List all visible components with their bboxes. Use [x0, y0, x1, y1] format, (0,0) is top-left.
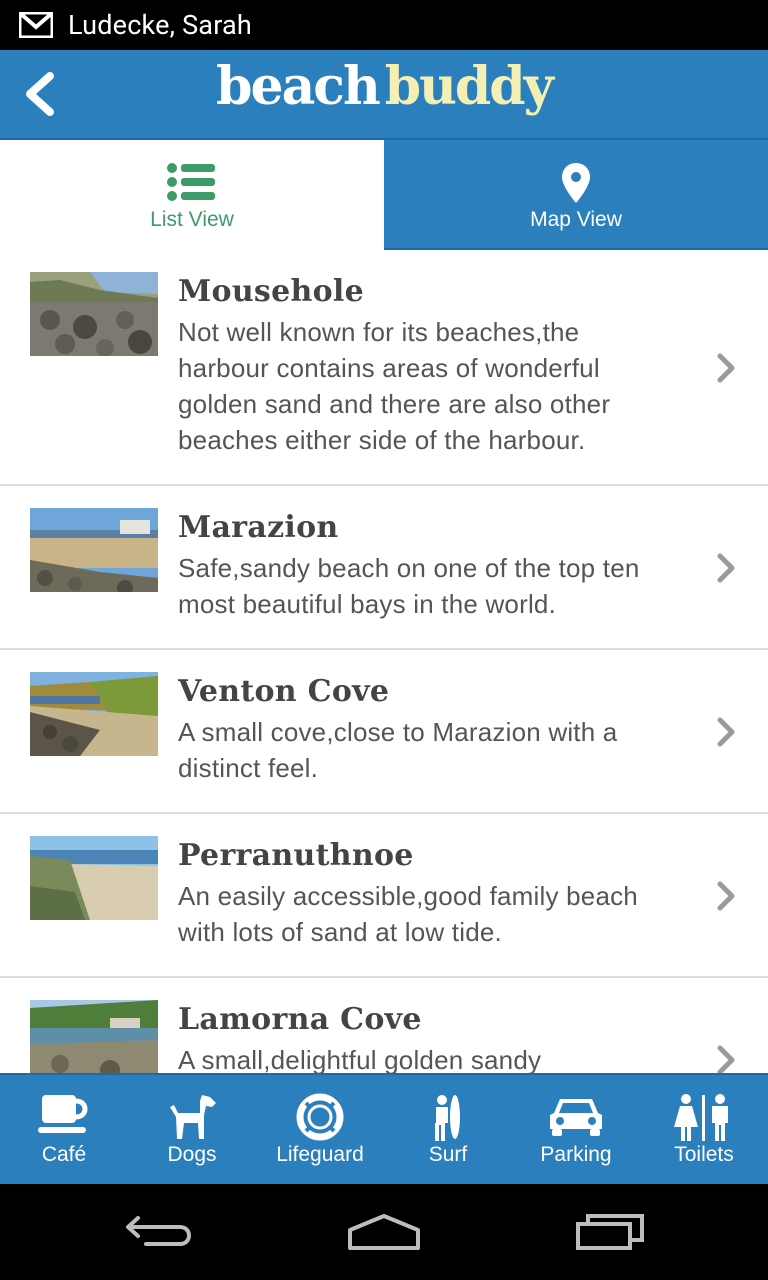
status-bar: Ludecke, Sarah [0, 0, 768, 50]
beach-thumbnail [30, 836, 158, 920]
beachbuddy-logo: beach buddy [216, 56, 554, 117]
beach-description: A small cove,close to Marazion with a di… [178, 717, 618, 783]
beach-description: An easily accessible,good family beach w… [178, 881, 638, 947]
chevron-right-icon [717, 553, 735, 583]
tab-map-view[interactable]: Map View [384, 140, 768, 250]
back-nav-icon[interactable] [124, 1210, 196, 1250]
filter-lifeguard-label: Lifeguard [276, 1143, 364, 1166]
filter-dogs-label: Dogs [167, 1143, 217, 1166]
beach-thumbnail [30, 672, 158, 756]
chevron-right-icon [717, 717, 735, 747]
tab-list-view-label: List View [150, 208, 234, 231]
gmail-icon [19, 12, 53, 38]
beach-name: Marazion [178, 510, 339, 545]
chevron-right-icon [717, 353, 735, 383]
tab-list-view[interactable]: List View [0, 140, 384, 250]
home-nav-icon[interactable] [346, 1210, 422, 1254]
filter-toilets-label: Toilets [674, 1143, 734, 1166]
list-item[interactable]: Venton Cove A small cove,close to Marazi… [0, 650, 768, 814]
list-item[interactable]: Marazion Safe,sandy beach on one of the … [0, 486, 768, 650]
car-icon [550, 1099, 602, 1136]
list-icon [167, 163, 215, 201]
dog-icon [170, 1095, 216, 1139]
filter-parking-label: Parking [540, 1143, 612, 1166]
beach-name: Venton Cove [178, 674, 390, 709]
beach-name: Perranuthnoe [178, 838, 414, 873]
filter-cafe[interactable]: Café [0, 1075, 128, 1184]
chevron-right-icon [717, 881, 735, 911]
beach-description: Safe,sandy beach on one of the top ten m… [178, 553, 640, 619]
filter-parking[interactable]: Parking [512, 1075, 640, 1184]
toilets-icon [674, 1094, 728, 1141]
filter-lifeguard[interactable]: Lifeguard [256, 1075, 384, 1184]
beach-thumbnail [30, 508, 158, 592]
account-name: Ludecke, Sarah [68, 9, 252, 41]
view-tabs: List View Map View [0, 140, 768, 250]
beach-description: A small,delightful golden sandy [178, 1045, 542, 1073]
map-pin-icon [562, 163, 590, 203]
list-item[interactable]: Perranuthnoe An easily accessible,good f… [0, 814, 768, 978]
filter-dogs[interactable]: Dogs [128, 1075, 256, 1184]
system-nav-bar [0, 1184, 768, 1280]
list-item[interactable]: Lamorna Cove A small,delightful golden s… [0, 978, 768, 1073]
lifebuoy-icon [296, 1093, 344, 1141]
beach-list: Mousehole Not well known for its beaches… [0, 250, 768, 1073]
beach-thumbnail [30, 272, 158, 356]
beach-name: Mousehole [178, 274, 365, 309]
list-item[interactable]: Mousehole Not well known for its beaches… [0, 250, 768, 486]
beach-thumbnail [30, 1000, 158, 1073]
facility-filter-bar: Café Dogs Lifeguard Surf Parking Toilets [0, 1073, 768, 1184]
filter-cafe-label: Café [41, 1143, 87, 1166]
filter-surf[interactable]: Surf [384, 1075, 512, 1184]
filter-surf-label: Surf [428, 1143, 468, 1166]
chevron-right-icon [717, 1045, 735, 1073]
filter-toilets[interactable]: Toilets [640, 1075, 768, 1184]
cup-icon [38, 1095, 88, 1133]
recent-apps-nav-icon[interactable] [574, 1210, 646, 1252]
beach-name: Lamorna Cove [178, 1002, 422, 1037]
surfer-icon [435, 1095, 460, 1141]
tab-map-view-label: Map View [530, 208, 622, 231]
beach-description: Not well known for its beaches,the harbo… [178, 317, 611, 455]
app-bar: beach buddy [0, 50, 768, 140]
